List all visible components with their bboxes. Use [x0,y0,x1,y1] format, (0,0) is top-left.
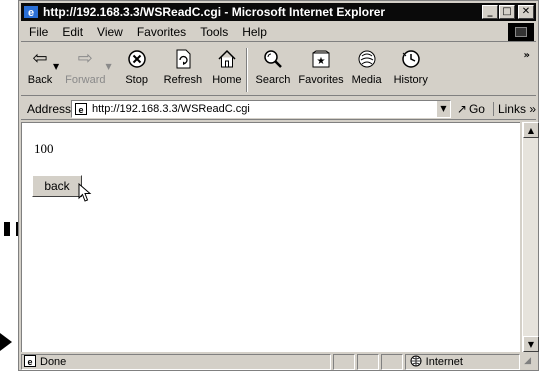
readout-value: 100 [34,141,54,156]
page-content: 100 back [21,122,520,352]
refresh-label: Refresh [163,74,203,86]
home-label: Home [212,74,242,86]
back-dropdown-icon[interactable]: ▼ [53,62,59,71]
pointer-arrow-mark [0,333,12,351]
links-button[interactable]: Links » [492,101,536,116]
minimize-button[interactable]: _ [482,5,498,19]
media-icon [354,48,380,70]
back-label: Back [27,74,53,86]
svg-text:★: ★ [317,56,326,67]
stop-icon [124,48,150,70]
windows-flag-icon [515,27,527,37]
maximize-button[interactable]: □ [499,5,515,19]
windows-logo-throbber [508,23,534,41]
black-mark-left-1 [4,222,10,236]
address-bar: Address e http://192.168.3.3/WSReadC.cgi… [21,98,536,120]
forward-label: Forward [65,74,106,86]
favorites-button[interactable]: ★ Favorites [298,44,344,96]
favorites-icon: ★ [308,48,334,70]
history-icon [398,48,424,70]
status-bar: e Done Internet ◢ [21,354,536,370]
page-favicon-icon: e [74,102,88,115]
toolbar-separator [245,48,248,92]
menu-view[interactable]: View [90,25,130,39]
favorites-label: Favorites [298,74,344,86]
resize-grip-icon[interactable]: ◢ [524,356,536,368]
refresh-icon [170,48,196,70]
mouse-pointer-icon [78,183,92,202]
close-button[interactable]: ✕ [518,5,534,19]
window-controls: _ □ ✕ [481,5,534,19]
stop-label: Stop [125,74,148,86]
history-label: History [393,74,428,86]
search-icon [260,48,286,70]
svg-text:e: e [27,357,32,367]
address-url: http://192.168.3.3/WSReadC.cgi [92,102,250,115]
menu-favorites[interactable]: Favorites [130,25,193,39]
svg-text:e: e [78,105,83,115]
home-button[interactable]: Home [212,44,242,96]
media-label: Media [351,74,382,86]
page-back-button[interactable]: back [32,175,82,197]
browser-window: e http://192.168.3.3/WSReadC.cgi - Micro… [18,0,539,371]
media-button[interactable]: Media [352,44,382,96]
go-button[interactable]: ↗ Go [457,102,485,116]
toolbar-more-chevron-icon[interactable]: » [524,50,530,61]
search-label: Search [255,74,291,86]
scroll-up-icon[interactable]: ▲ [523,122,539,138]
stop-button[interactable]: Stop [124,44,150,96]
page-done-icon: e [24,354,36,370]
search-button[interactable]: Search [255,44,291,96]
menu-bar: File Edit View Favorites Tools Help [21,22,536,42]
refresh-button[interactable]: Refresh [163,44,203,96]
menu-edit[interactable]: Edit [55,25,90,39]
security-zone: Internet [404,354,521,370]
status-message: e Done [21,354,331,370]
forward-dropdown-icon[interactable]: ▼ [106,62,112,71]
address-input[interactable]: e http://192.168.3.3/WSReadC.cgi ▼ [71,99,451,118]
back-button[interactable]: ⇦ Back [27,44,53,96]
back-arrow-icon: ⇦ [32,48,48,69]
go-arrow-icon: ↗ [456,101,467,116]
status-panel-1 [333,354,355,370]
title-bar: e http://192.168.3.3/WSReadC.cgi - Micro… [21,3,536,21]
window-title: http://192.168.3.3/WSReadC.cgi - Microso… [43,5,386,19]
home-icon [214,48,240,70]
menu-tools[interactable]: Tools [193,25,235,39]
svg-text:e: e [28,7,34,19]
standard-toolbar: ⇦ Back ▼ ⇨ Forward ▼ Stop Refresh Home S… [21,44,536,96]
address-label: Address [27,101,72,116]
menu-file[interactable]: File [21,25,55,39]
scroll-down-icon[interactable]: ▼ [523,336,539,352]
forward-button[interactable]: ⇨ Forward [65,44,105,96]
internet-globe-icon [410,355,422,370]
zone-text: Internet [425,356,463,368]
forward-arrow-icon: ⇨ [77,48,93,69]
ie-logo-icon: e [24,6,38,19]
screenshot-stage: e http://192.168.3.3/WSReadC.cgi - Micro… [0,0,539,371]
vertical-scrollbar[interactable]: ▲ ▼ [522,122,539,352]
status-panel-2 [356,354,379,370]
status-text: Done [40,356,67,368]
status-panel-3 [380,354,403,370]
go-label: Go [468,101,485,116]
address-dropdown-icon[interactable]: ▼ [435,100,450,117]
menu-help[interactable]: Help [235,25,274,39]
history-button[interactable]: History [394,44,428,96]
